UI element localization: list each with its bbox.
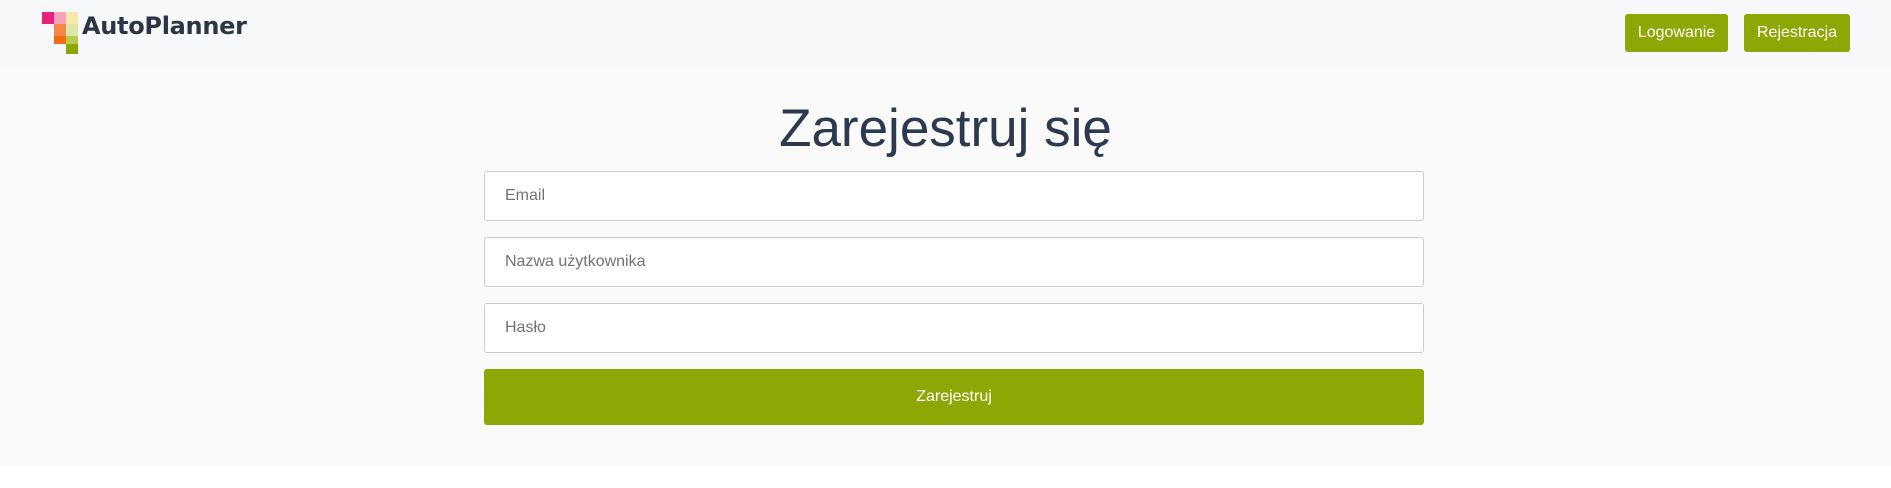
- register-nav-button[interactable]: Rejestracja: [1744, 14, 1850, 52]
- password-field[interactable]: [484, 303, 1424, 353]
- logo-link[interactable]: AutoPlanner: [42, 12, 247, 56]
- submit-register-button[interactable]: Zarejestruj: [484, 369, 1424, 425]
- navbar: AutoPlanner Logowanie Rejestracja: [0, 0, 1891, 67]
- login-button[interactable]: Logowanie: [1625, 14, 1728, 52]
- autoplanner-logo-icon: [42, 12, 84, 56]
- registration-panel: Zarejestruj się Zarejestruj: [0, 67, 1891, 465]
- logo-text: AutoPlanner: [82, 12, 247, 40]
- email-field[interactable]: [484, 171, 1424, 221]
- page-title: Zarejestruj się: [779, 99, 1112, 158]
- username-field[interactable]: [484, 237, 1424, 287]
